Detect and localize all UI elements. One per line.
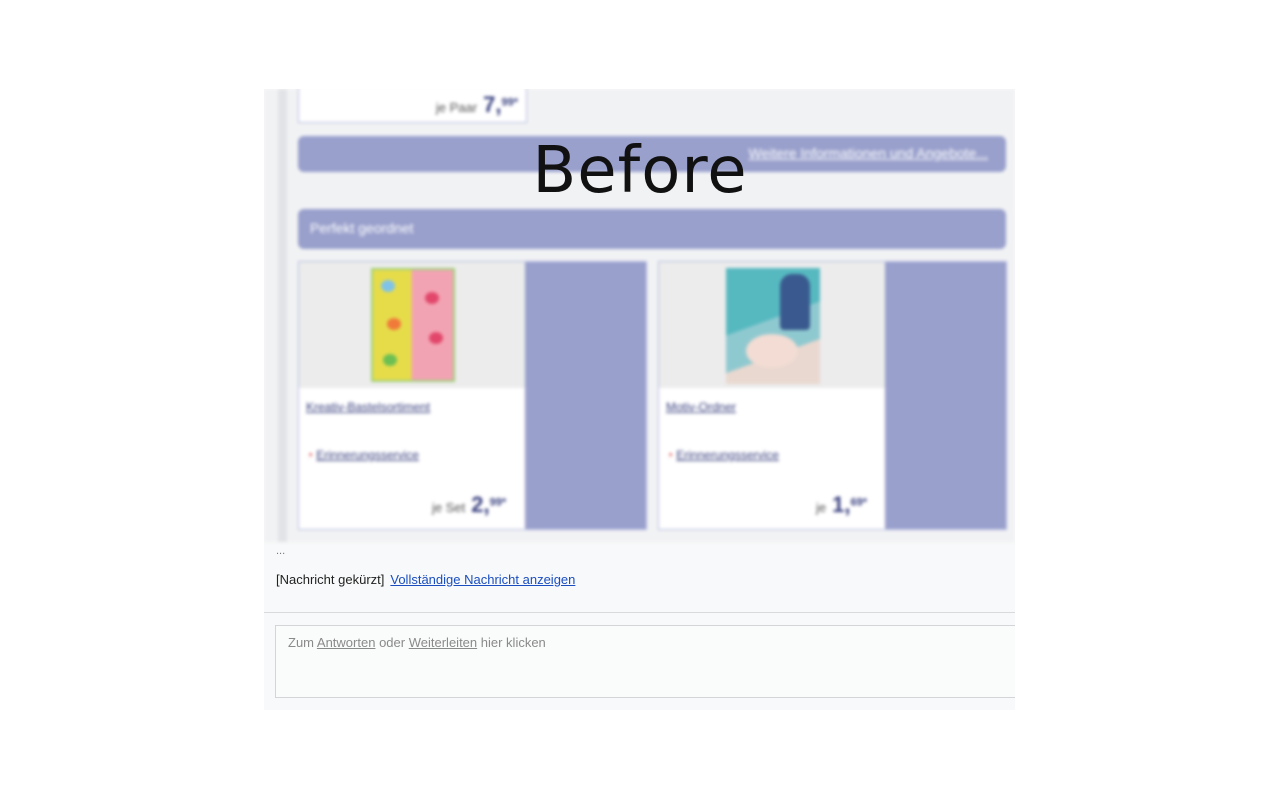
top-offer-price: je Paar 7,99* xyxy=(436,92,518,118)
clock-icon: ◔ xyxy=(306,448,314,462)
product-image[interactable] xyxy=(659,262,886,388)
product-side-panel xyxy=(525,262,646,529)
product-image[interactable] xyxy=(299,262,526,388)
before-label: Before xyxy=(532,134,748,208)
top-offer-price-main: 7, xyxy=(483,92,502,117)
product-unit: je xyxy=(816,500,827,515)
top-offer-card[interactable]: je Paar 7,99* xyxy=(298,89,527,123)
reply-suffix: hier klicken xyxy=(480,635,546,650)
product-price-main: 1, xyxy=(832,492,851,517)
folder-icon xyxy=(726,268,820,384)
product-price-cents: 99* xyxy=(489,496,507,509)
reply-prefix: Zum xyxy=(288,635,314,650)
divider xyxy=(264,612,1015,613)
product-card[interactable]: Motiv-Ordner ◔ Erinnerungsservice je 1,69* xyxy=(658,261,1007,530)
truncated-label: [Nachricht gekürzt] xyxy=(276,572,385,587)
product-card[interactable]: Kreativ-Bastelsortiment ◔ Erinnerungsserv… xyxy=(298,261,647,530)
top-offer-price-cents: 99* xyxy=(501,96,518,109)
reply-middle: oder xyxy=(379,635,406,650)
clock-icon: ◔ xyxy=(666,448,674,462)
reminder-label: Erinnerungsservice xyxy=(316,448,419,462)
reply-link[interactable]: Antworten xyxy=(317,635,376,650)
reminder-label: Erinnerungsservice xyxy=(676,448,779,462)
product-price-cents: 69* xyxy=(850,496,868,509)
ellipsis-indicator: ... xyxy=(276,545,286,557)
product-price: je 1,69* xyxy=(816,492,867,518)
product-price: je Set 2,99* xyxy=(432,492,506,518)
product-name-link[interactable]: Kreativ-Bastelsortiment xyxy=(306,400,430,414)
reply-box[interactable]: Zum Antworten oder Weiterleiten hier kli… xyxy=(275,625,1015,698)
show-full-message-link[interactable]: Vollständige Nachricht anzeigen xyxy=(390,572,575,587)
sticker-sheet-icon xyxy=(371,268,455,382)
forward-link[interactable]: Weiterleiten xyxy=(409,635,477,650)
reminder-link[interactable]: ◔ Erinnerungsservice xyxy=(306,448,419,462)
top-offer-unit: je Paar xyxy=(435,100,478,115)
product-price-main: 2, xyxy=(471,492,490,517)
product-side-panel xyxy=(885,262,1006,529)
section-title: Perfekt geordnet xyxy=(310,220,414,236)
section-header: Perfekt geordnet xyxy=(298,209,1006,249)
product-unit: je Set xyxy=(432,500,466,515)
truncated-notice: [Nachricht gekürzt] Vollständige Nachrich… xyxy=(276,572,575,587)
reminder-link[interactable]: ◔ Erinnerungsservice xyxy=(666,448,779,462)
product-name-link[interactable]: Motiv-Ordner xyxy=(666,400,736,414)
